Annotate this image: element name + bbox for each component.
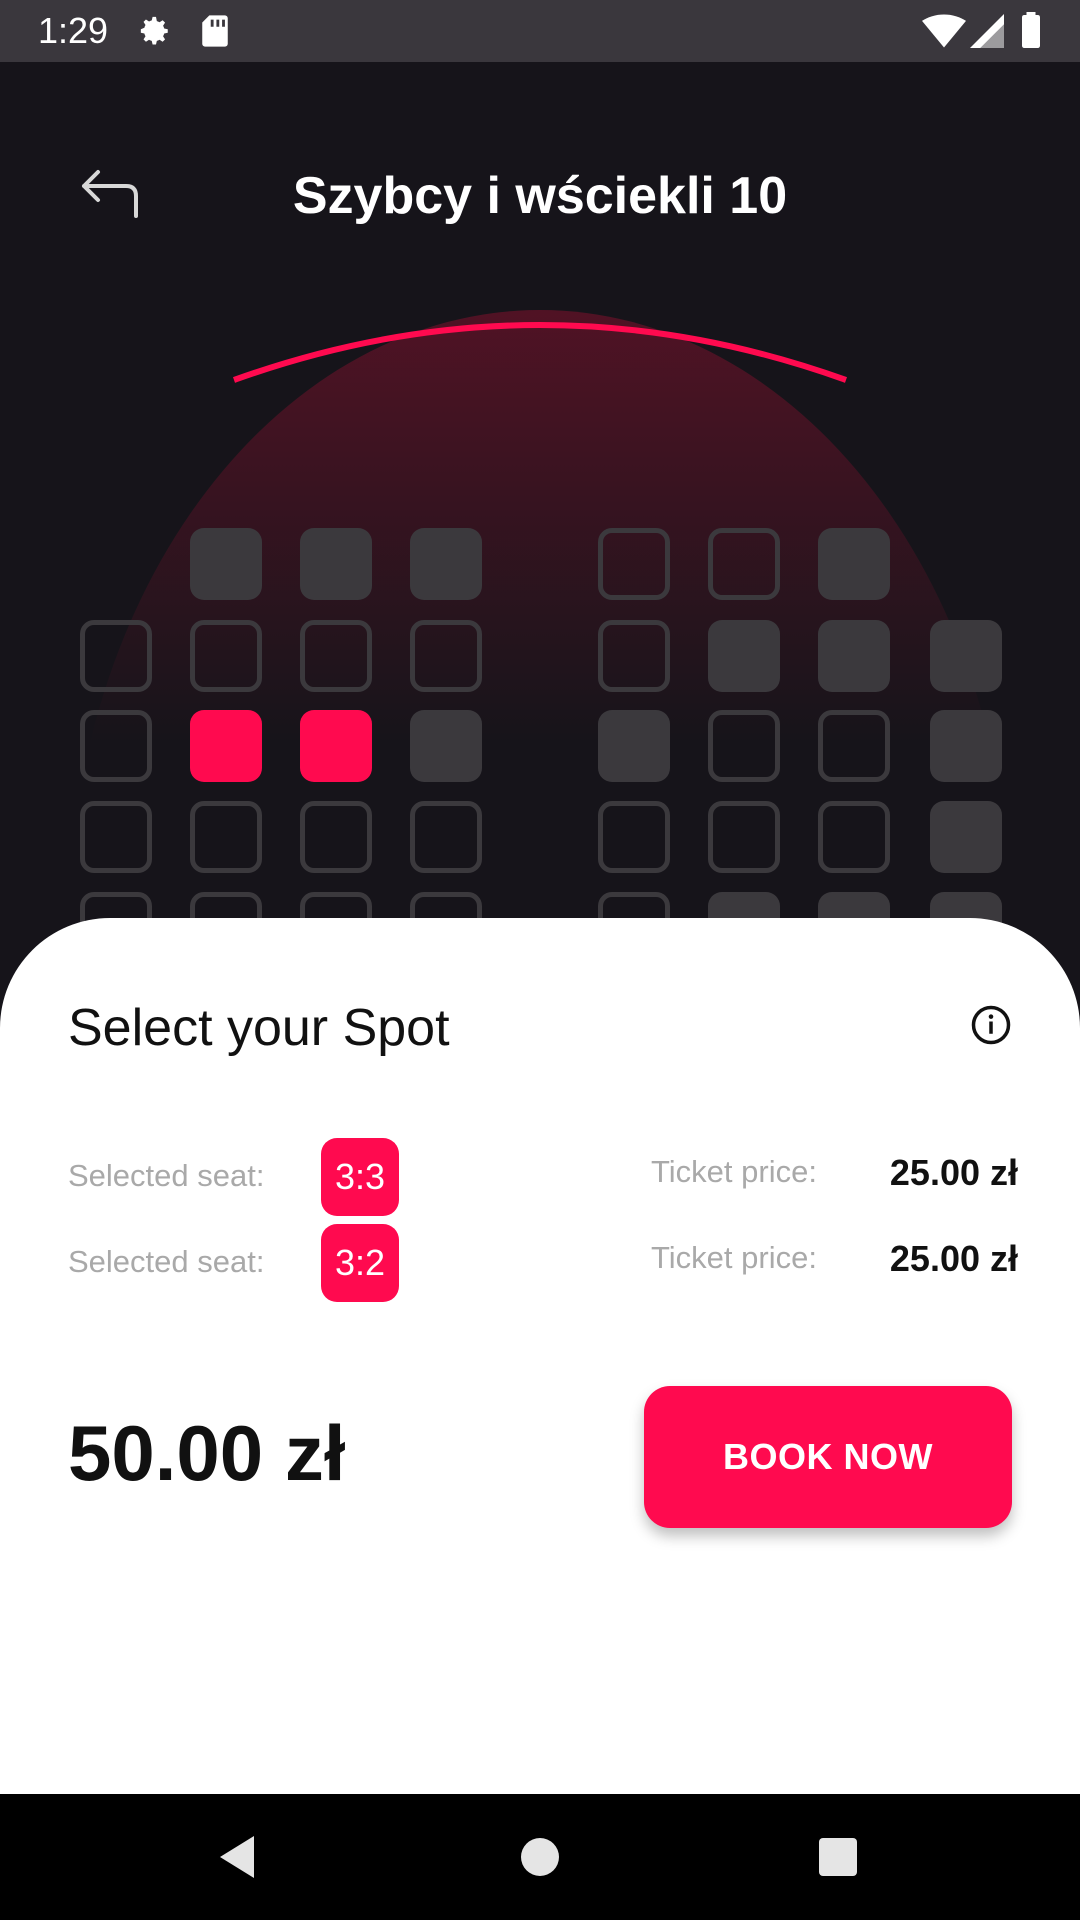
seat-selected[interactable] xyxy=(300,710,372,782)
nav-home-icon[interactable] xyxy=(515,1832,565,1882)
seat-taken[interactable] xyxy=(930,801,1002,873)
seat-taken[interactable] xyxy=(598,710,670,782)
selected-seat-label: Selected seat: xyxy=(68,1158,265,1193)
ticket-price-label: Ticket price: xyxy=(651,1240,817,1275)
selected-seat-badge[interactable]: 3:3 xyxy=(321,1138,399,1216)
ticket-price-value: 25.00 zł xyxy=(889,1152,1018,1193)
seat-taken[interactable] xyxy=(708,620,780,692)
seat-taken[interactable] xyxy=(930,710,1002,782)
seat-taken[interactable] xyxy=(818,528,890,600)
seat-taken[interactable] xyxy=(410,528,482,600)
seat-free[interactable] xyxy=(598,620,670,692)
selection-row: Selected seat: 3:2 Ticket price: 25.00 z… xyxy=(68,1224,1018,1302)
seat-selected[interactable] xyxy=(190,710,262,782)
nav-back-icon[interactable] xyxy=(214,1832,264,1882)
seat-free[interactable] xyxy=(410,801,482,873)
ticket-price-label: Ticket price: xyxy=(651,1154,817,1189)
selected-seat-badge[interactable]: 3:2 xyxy=(321,1224,399,1302)
seat-free[interactable] xyxy=(598,528,670,600)
seat-free[interactable] xyxy=(300,801,372,873)
ticket-price-value: 25.00 zł xyxy=(889,1238,1018,1279)
seat-taken[interactable] xyxy=(930,620,1002,692)
seat-free[interactable] xyxy=(410,620,482,692)
seat-taken[interactable] xyxy=(818,620,890,692)
seat-free[interactable] xyxy=(818,710,890,782)
seat-free[interactable] xyxy=(300,620,372,692)
sheet-title: Select your Spot xyxy=(68,999,450,1057)
seat-free[interactable] xyxy=(80,620,152,692)
info-icon[interactable] xyxy=(970,1004,1012,1046)
navigation-bar xyxy=(0,1794,1080,1920)
seat-free[interactable] xyxy=(190,801,262,873)
seat-free[interactable] xyxy=(708,801,780,873)
seat-free[interactable] xyxy=(190,620,262,692)
seat-free[interactable] xyxy=(598,801,670,873)
book-now-button[interactable]: BOOK NOW xyxy=(644,1386,1012,1528)
seat-taken[interactable] xyxy=(410,710,482,782)
seat-taken[interactable] xyxy=(300,528,372,600)
seat-map xyxy=(0,0,1080,964)
booking-sheet: Select your Spot Selected seat: 3:3 Tick… xyxy=(0,918,1080,1794)
total-price: 50.00 zł xyxy=(68,1409,346,1497)
seat-free[interactable] xyxy=(80,710,152,782)
seat-free[interactable] xyxy=(708,528,780,600)
seat-taken[interactable] xyxy=(190,528,262,600)
selection-row: Selected seat: 3:3 Ticket price: 25.00 z… xyxy=(68,1138,1018,1216)
nav-recents-icon[interactable] xyxy=(813,1832,863,1882)
seat-free[interactable] xyxy=(708,710,780,782)
seat-free[interactable] xyxy=(818,801,890,873)
selected-seat-label: Selected seat: xyxy=(68,1244,265,1279)
seat-free[interactable] xyxy=(80,801,152,873)
